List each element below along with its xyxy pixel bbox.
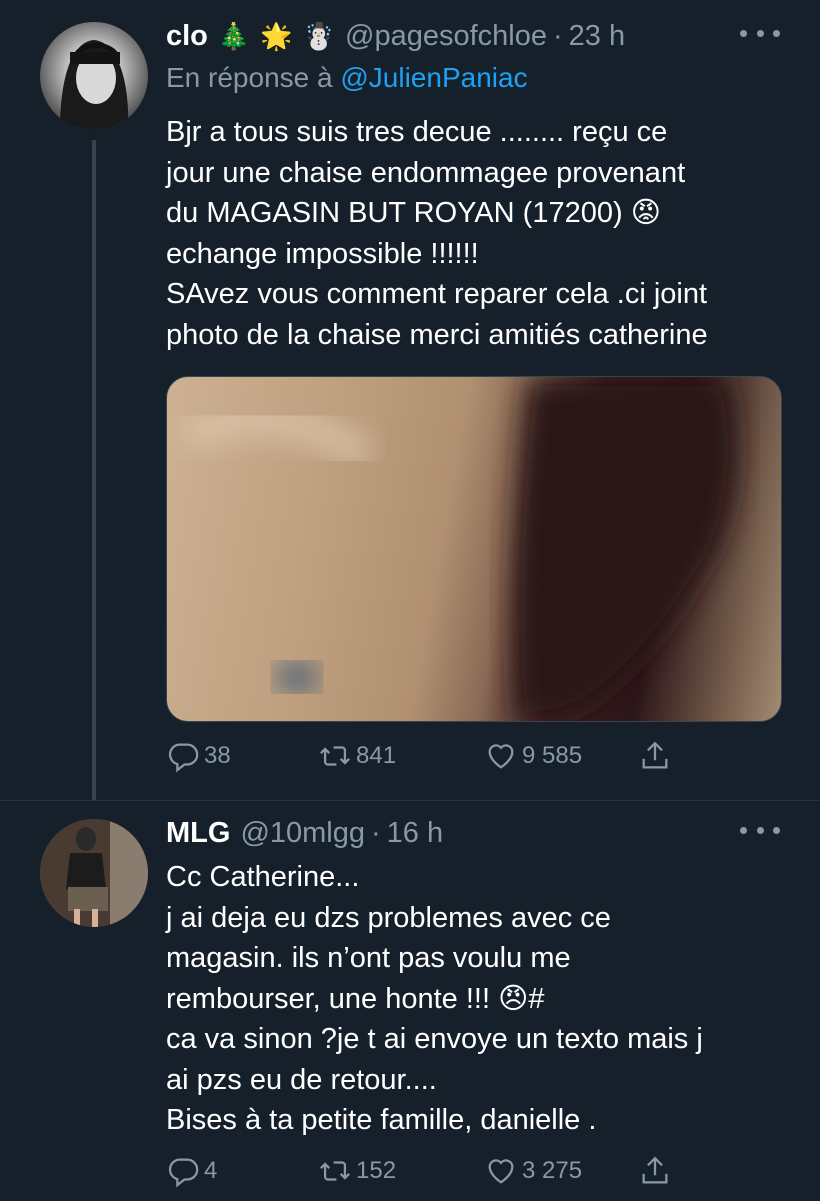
heart-icon (488, 1159, 514, 1184)
share-icon (642, 741, 668, 769)
like-count: 9 585 (522, 742, 583, 769)
avatar[interactable] (40, 22, 148, 130)
tweet-actions: 38 841 9 585 (166, 736, 780, 776)
reply-count: 4 (204, 1157, 218, 1184)
like-button[interactable]: 3 275 (484, 1154, 638, 1188)
more-icon[interactable] (740, 18, 780, 48)
separator: · (553, 19, 563, 52)
emoji: 🎄 (217, 20, 251, 51)
like-count: 3 275 (522, 1157, 583, 1184)
reply-prefix: En réponse à (166, 62, 333, 93)
avatar[interactable] (40, 819, 148, 927)
tweet-text: Cc Catherine... j ai deja eu dzs problem… (166, 861, 703, 1136)
user-handle[interactable]: @10mlgg (240, 817, 365, 850)
retweet-icon (320, 746, 350, 766)
retweet-button[interactable]: 841 (318, 739, 484, 773)
tweet-text: Bjr a tous suis tres decue ........ reçu… (166, 116, 708, 351)
reply-button[interactable]: 38 (166, 739, 318, 773)
share-button[interactable] (638, 739, 676, 773)
reply-context: En réponse à @JulienPaniac (166, 62, 528, 94)
tweet-header: MLG @10mlgg · 16 h (166, 813, 780, 853)
tweet-actions: 4 152 3 275 (166, 1151, 780, 1191)
like-button[interactable]: 9 585 (484, 739, 638, 773)
display-name[interactable]: MLG (166, 817, 230, 850)
more-icon[interactable] (740, 815, 780, 845)
retweet-count: 152 (356, 1157, 397, 1184)
heart-icon (488, 744, 514, 769)
tweet-photo[interactable] (166, 376, 782, 722)
reply-icon (168, 1158, 199, 1188)
tweet[interactable]: clo 🎄 🌟 ☃️ @pagesofchloe · 23 h En répon… (0, 0, 820, 800)
emoji: ☃️ (302, 20, 336, 51)
user-handle[interactable]: @pagesofchloe (345, 20, 547, 53)
reply-to-link[interactable]: @JulienPaniac (340, 62, 527, 93)
tweet-header: clo 🎄 🌟 ☃️ @pagesofchloe · 23 h (166, 16, 780, 56)
reply-button[interactable]: 4 (166, 1154, 318, 1188)
reply-icon (168, 743, 199, 773)
timestamp[interactable]: 23 h (569, 20, 625, 53)
timestamp[interactable]: 16 h (387, 817, 443, 850)
emoji: 🌟 (260, 20, 293, 51)
reply-count: 38 (204, 742, 231, 769)
thread-line (92, 140, 96, 800)
share-icon (642, 1156, 668, 1184)
share-button[interactable] (638, 1154, 676, 1188)
display-name[interactable]: clo (166, 20, 208, 53)
retweet-button[interactable]: 152 (318, 1154, 484, 1188)
retweet-count: 841 (356, 742, 397, 769)
tweet[interactable]: MLG @10mlgg · 16 h Cc Catherine... j ai … (0, 800, 820, 1201)
separator: · (371, 816, 381, 849)
retweet-icon (320, 1161, 350, 1181)
